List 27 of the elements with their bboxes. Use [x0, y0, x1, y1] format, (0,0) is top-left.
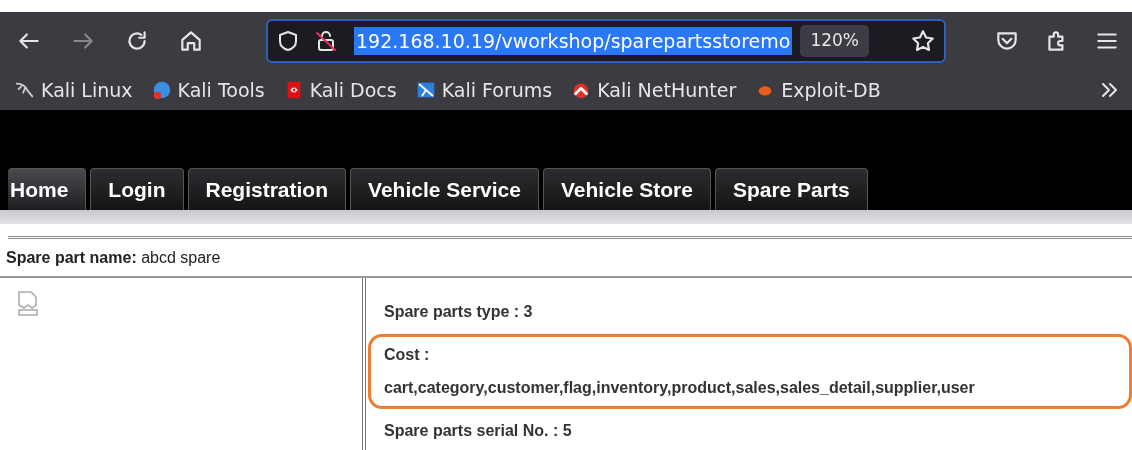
bookmark-link[interactable]: Kali Linux — [14, 75, 133, 105]
broken-image-icon — [16, 290, 40, 316]
field-label: Spare parts serial No. : — [384, 422, 560, 439]
bookmark-link[interactable]: Kali Docs — [282, 75, 397, 105]
nav-tab[interactable]: Registration — [187, 168, 347, 210]
field-label: Spare parts type : — [384, 303, 521, 320]
bookmark-link[interactable]: Kali NetHunter — [570, 75, 737, 105]
field-value: 3 — [523, 303, 533, 320]
bookmark-link[interactable]: Kali Tools — [150, 75, 265, 105]
bookmark-link[interactable]: Exploit-DB — [754, 75, 881, 105]
nav-tab[interactable]: Home — [8, 168, 87, 210]
nav-tab[interactable]: Vehicle Store — [543, 168, 711, 210]
shield-icon — [276, 29, 300, 53]
nav-tab[interactable]: Spare Parts — [714, 168, 868, 210]
address-bar[interactable]: 192.168.10.19/vworkshop/sparepartsstoremo 120% — [266, 19, 946, 63]
zoom-level[interactable]: 120% — [800, 25, 869, 57]
bookmark-link[interactable]: Kali Forums — [414, 75, 553, 105]
insecure-lock-icon — [314, 29, 338, 53]
field-value: cart,category,customer,flag,inventory,product,sales,sales_detail,supplier,user — [384, 378, 976, 398]
field-label: Cost : — [384, 346, 430, 363]
home-icon[interactable] — [178, 28, 204, 54]
bookmark-star-icon[interactable] — [910, 28, 936, 54]
nav-tab[interactable]: Login — [90, 168, 184, 210]
url-text: 192.168.10.19/vworkshop/sparepartsstoremo — [354, 26, 793, 56]
nav-tab[interactable]: Vehicle Service — [350, 168, 539, 210]
field-value: 5 — [562, 422, 572, 439]
part-name: Spare part name: abcd spare — [0, 242, 1132, 278]
